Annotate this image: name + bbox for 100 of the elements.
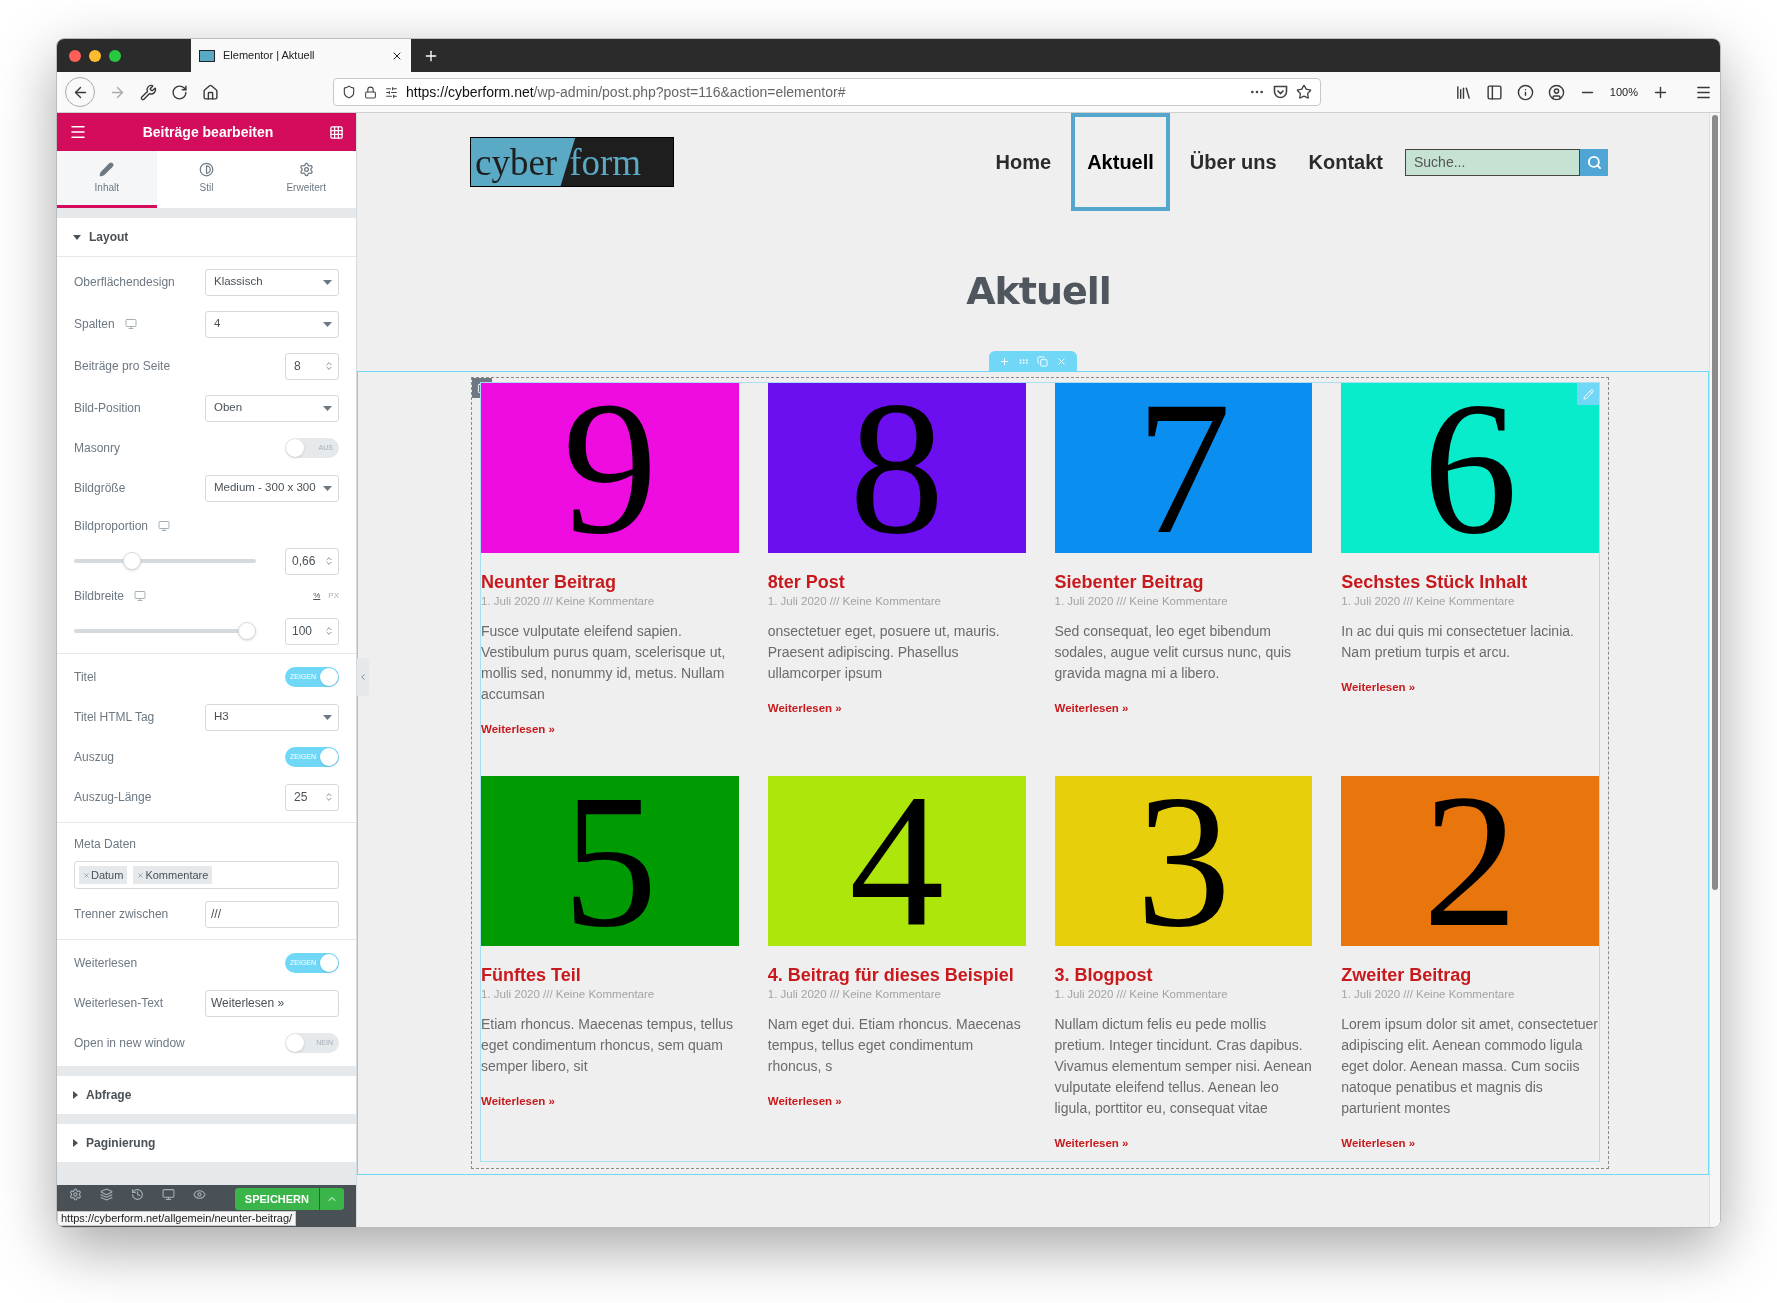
select-field[interactable]: Klassisch xyxy=(205,268,339,296)
post-thumbnail[interactable]: 5 xyxy=(481,776,739,947)
post-title[interactable]: Zweiter Beitrag xyxy=(1341,964,1599,987)
remove-icon[interactable] xyxy=(137,871,145,879)
section-handle[interactable] xyxy=(989,351,1077,371)
nav-link[interactable]: Kontakt xyxy=(1296,147,1395,177)
post-title[interactable]: Neunter Beitrag xyxy=(481,571,739,593)
history-icon[interactable] xyxy=(131,1188,144,1201)
post-thumbnail[interactable]: 9 xyxy=(481,383,739,553)
chevron-left-icon xyxy=(358,672,368,682)
library-icon[interactable] xyxy=(1454,83,1472,101)
monitor-icon[interactable] xyxy=(124,318,137,330)
read-more-link[interactable]: Weiterlesen » xyxy=(1341,1135,1416,1153)
number-field[interactable]: 100 xyxy=(285,617,339,645)
nav-link[interactable]: Über uns xyxy=(1177,147,1289,177)
read-more-link[interactable]: Weiterlesen » xyxy=(481,721,555,739)
minimize-window-icon[interactable] xyxy=(89,49,101,62)
spinner-icon[interactable] xyxy=(324,625,334,637)
post-thumbnail[interactable]: 2 xyxy=(1341,776,1599,947)
reload-icon[interactable] xyxy=(171,83,188,101)
panel-tab[interactable]: Stil xyxy=(156,151,257,208)
lock-icon xyxy=(364,85,377,99)
read-more-link[interactable]: Weiterlesen » xyxy=(481,1093,555,1111)
panel-collapse-handle[interactable] xyxy=(357,658,369,696)
gear-icon[interactable] xyxy=(69,1188,82,1201)
select-field[interactable]: Oben xyxy=(205,394,339,422)
text-field[interactable]: Weiterlesen » xyxy=(205,989,339,1017)
spinner-icon[interactable] xyxy=(324,791,334,803)
spinner-icon[interactable] xyxy=(324,360,334,372)
read-more-link[interactable]: Weiterlesen » xyxy=(767,700,842,718)
text-field[interactable]: /// xyxy=(205,900,339,928)
post-thumbnail[interactable]: 7 xyxy=(1054,383,1313,553)
scrollbar[interactable] xyxy=(1709,113,1720,1227)
post-meta: 1. Juli 2020 /// Keine Kommentare xyxy=(1054,594,1229,609)
post-title[interactable]: 3. Blogpost xyxy=(1054,964,1313,987)
remove-icon[interactable] xyxy=(83,871,90,879)
section-header[interactable]: Layout xyxy=(57,218,356,256)
contrast-icon xyxy=(199,161,214,177)
scrollbar-thumb[interactable] xyxy=(1712,115,1718,890)
post-thumbnail[interactable]: 4 xyxy=(767,776,1026,947)
star-icon[interactable] xyxy=(1296,84,1312,100)
read-more-link[interactable]: Weiterlesen » xyxy=(1054,700,1129,718)
monitor-icon[interactable] xyxy=(158,520,171,532)
post-title[interactable]: Sechstes Stück Inhalt xyxy=(1341,571,1599,593)
post-title[interactable]: Siebenter Beitrag xyxy=(1054,571,1313,593)
url-field[interactable]: https://cyberform.net/wp-admin/post.php?post=116&action=elementor# xyxy=(333,78,1321,106)
slider-thumb[interactable] xyxy=(123,552,142,570)
slider-track[interactable] xyxy=(74,552,256,570)
post-meta: 1. Juli 2020 /// Keine Kommentare xyxy=(767,594,942,609)
menu-icon[interactable] xyxy=(69,123,87,141)
browser-tab[interactable]: Elementor | Aktuell xyxy=(191,39,411,72)
eye-icon[interactable] xyxy=(193,1188,206,1201)
panel-tab[interactable]: Inhalt xyxy=(57,151,157,208)
zoom-level[interactable]: 100% xyxy=(1609,83,1638,101)
sidebar-icon[interactable] xyxy=(1485,83,1503,101)
select-field[interactable]: 4 xyxy=(205,310,339,338)
section-header[interactable]: Abfrage xyxy=(57,1076,356,1114)
read-more-link[interactable]: Weiterlesen » xyxy=(767,1093,842,1111)
read-more-link[interactable]: Weiterlesen » xyxy=(1054,1135,1129,1153)
tag-chip[interactable]: Kommentare xyxy=(133,865,213,885)
select-field[interactable]: H3 xyxy=(205,703,339,731)
post-title[interactable]: 8ter Post xyxy=(767,571,1026,593)
slider-track[interactable] xyxy=(74,622,256,640)
account-icon[interactable] xyxy=(1547,83,1565,101)
slider-thumb[interactable] xyxy=(238,622,256,640)
select-field[interactable]: Medium - 300 x 300 xyxy=(205,474,339,502)
monitor-icon[interactable] xyxy=(134,590,147,602)
section-header[interactable]: Paginierung xyxy=(57,1124,356,1162)
monitor-icon[interactable] xyxy=(162,1188,175,1201)
search-field[interactable]: Suche... xyxy=(1405,148,1580,176)
layers-icon[interactable] xyxy=(100,1188,113,1201)
post-excerpt: Fusce vulputate eleifend sapien. Vestibulum purus quam, scelerisque ut, mollis sed, nonummy id, metus. Nullam accumsan xyxy=(481,622,727,704)
grid-icon[interactable] xyxy=(329,124,344,140)
site-logo[interactable]: cyber form xyxy=(470,137,674,187)
wrench-icon[interactable] xyxy=(140,83,157,101)
number-field[interactable]: 25 xyxy=(285,783,339,811)
nav-link[interactable]: Home xyxy=(983,147,1064,177)
number-field[interactable]: 0,66 xyxy=(285,547,339,575)
tag-chip[interactable]: Datum xyxy=(79,865,128,885)
nav-link[interactable]: Aktuell xyxy=(1071,113,1170,211)
search-button[interactable] xyxy=(1580,148,1608,176)
maximize-window-icon[interactable] xyxy=(109,49,121,62)
info-icon[interactable] xyxy=(1516,83,1534,101)
number-field[interactable]: 8 xyxy=(285,352,339,380)
control-label: Bildgröße xyxy=(74,480,126,497)
read-more-link[interactable]: Weiterlesen » xyxy=(1341,679,1416,697)
close-window-icon[interactable] xyxy=(69,49,81,62)
control-label: Auszug xyxy=(74,749,115,766)
post-title[interactable]: 4. Beitrag für dieses Beispiel xyxy=(767,964,1026,987)
home-icon[interactable] xyxy=(202,83,219,101)
post-thumbnail[interactable]: 6 xyxy=(1341,383,1599,553)
control-label: Masonry xyxy=(74,440,120,457)
panel-tab[interactable]: Erweitert xyxy=(256,151,356,208)
unit-option[interactable]: % xyxy=(313,590,321,602)
post-excerpt: onsectetuer eget, posuere ut, mauris. Praesent adipiscing. Phasellus ullamcorper ipsum xyxy=(767,622,1001,683)
spinner-icon[interactable] xyxy=(324,555,334,567)
post-title[interactable]: Fünftes Teil xyxy=(481,964,739,987)
post-thumbnail[interactable]: 3 xyxy=(1054,776,1313,947)
tags-field[interactable]: Datum Kommentare xyxy=(74,861,339,889)
pocket-icon[interactable] xyxy=(1273,85,1288,99)
